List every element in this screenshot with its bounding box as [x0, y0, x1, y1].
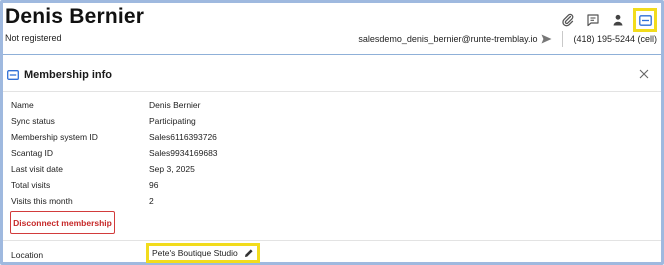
field-label: Membership system ID	[11, 132, 98, 142]
field-label: Visits this month	[11, 196, 73, 206]
field-value: 96	[149, 180, 159, 190]
field-label: Last visit date	[11, 164, 63, 174]
person-icon[interactable]	[608, 10, 628, 30]
note-icon[interactable]	[583, 10, 603, 30]
field-label: Scantag ID	[11, 148, 54, 158]
header-actions	[553, 8, 657, 32]
pencil-icon[interactable]	[244, 248, 254, 258]
field-label: Sync status	[11, 116, 55, 126]
contact-divider	[562, 31, 564, 47]
location-divider	[3, 240, 661, 241]
field-label: Total visits	[11, 180, 51, 190]
location-field[interactable]: Pete's Boutique Studio	[146, 243, 260, 263]
field-value: Sales9934169683	[149, 148, 218, 158]
panel-divider	[3, 91, 661, 92]
panel-header: Membership info	[7, 69, 112, 81]
membership-panel: Membership info Name Denis Bernier Sync …	[3, 54, 661, 263]
membership-card-icon	[7, 70, 19, 80]
email-link[interactable]: salesdemo_denis_bernier@runte-tremblay.i…	[358, 34, 537, 44]
field-value: 2	[149, 196, 154, 206]
contact-info: salesdemo_denis_bernier@runte-tremblay.i…	[358, 31, 657, 47]
panel-title: Membership info	[24, 69, 113, 81]
send-icon[interactable]	[541, 34, 552, 44]
contact-name: Denis Bernier	[5, 5, 145, 28]
close-icon[interactable]	[637, 67, 651, 81]
paperclip-icon[interactable]	[558, 10, 578, 30]
disconnect-membership-button[interactable]: Disconnect membership	[10, 211, 115, 234]
membership-card-icon[interactable]	[633, 8, 657, 32]
registration-status: Not registered	[5, 33, 62, 43]
field-value: Participating	[149, 116, 196, 126]
field-value: Denis Bernier	[149, 100, 201, 110]
field-label: Name	[11, 100, 34, 110]
field-value: Sep 3, 2025	[149, 164, 195, 174]
location-value: Pete's Boutique Studio	[152, 248, 238, 258]
location-label: Location	[11, 250, 44, 260]
phone-link[interactable]: (418) 195-5244 (cell)	[573, 34, 657, 44]
contact-header: Denis Bernier Not registered salesdemo_d…	[3, 3, 661, 53]
field-value: Sales6116393726	[149, 132, 217, 142]
